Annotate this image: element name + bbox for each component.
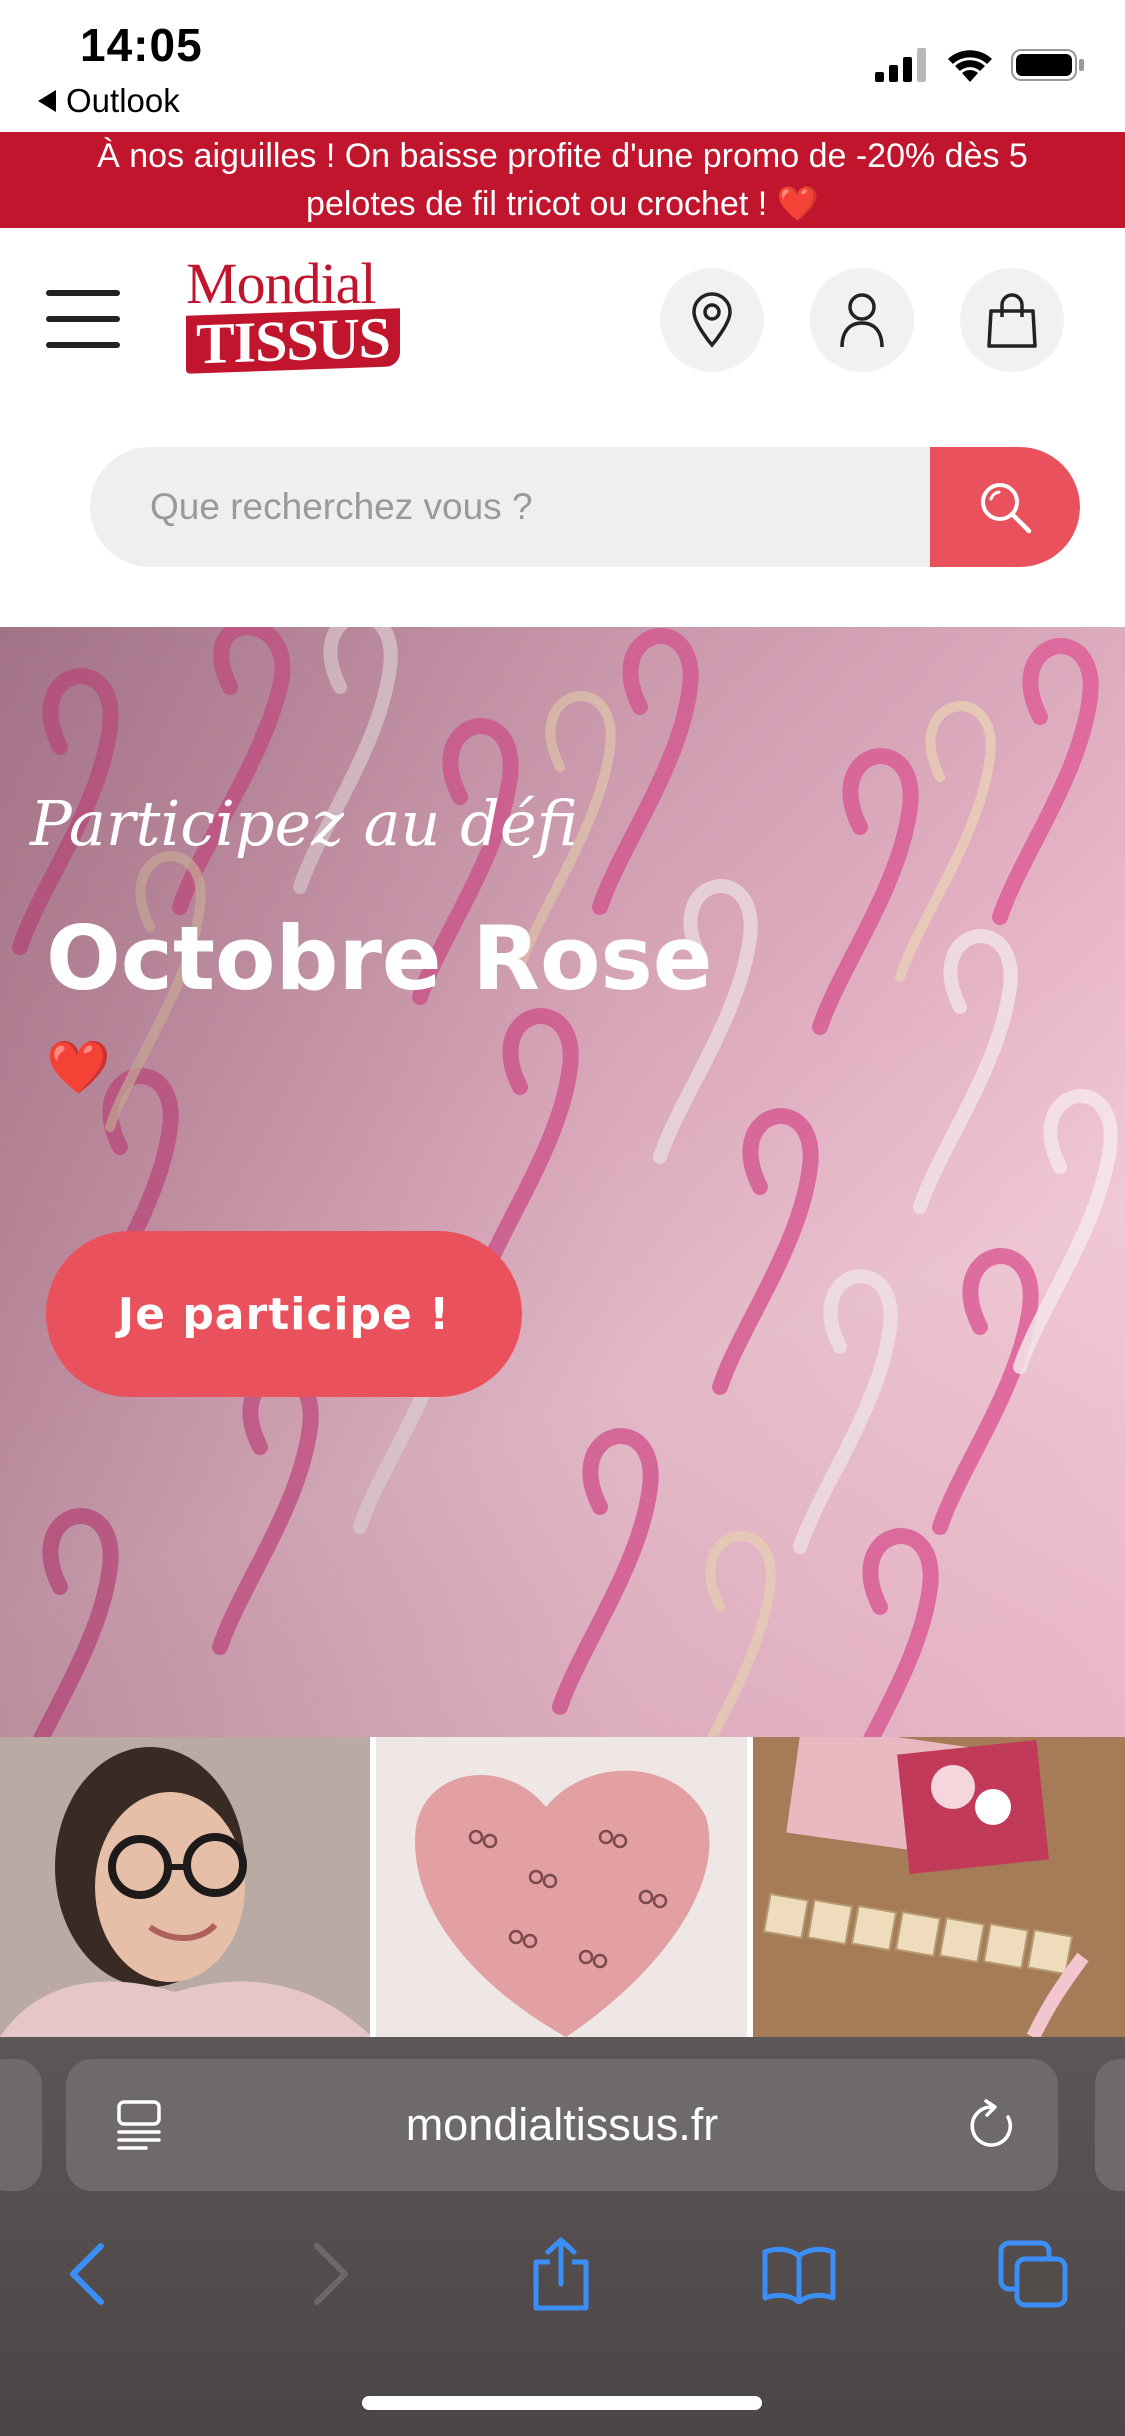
participate-button[interactable]: Je participe !	[46, 1231, 522, 1397]
back-app-label: Outlook	[66, 82, 180, 119]
account-button[interactable]	[810, 268, 914, 372]
thumbnail-woman-photo[interactable]	[0, 1737, 370, 2037]
back-to-app-button[interactable]: Outlook	[38, 82, 180, 120]
chevron-left-icon	[70, 2243, 104, 2305]
thumbnail-heart-cushion[interactable]	[376, 1737, 747, 2037]
scrabble-tiles-illustration	[753, 1737, 1125, 2037]
status-time: 14:05	[80, 19, 203, 71]
hero-banner[interactable]: Participez au défi Octobre Rose ❤️ Je pa…	[0, 627, 1125, 1737]
status-indicators	[875, 48, 1085, 82]
address-bar[interactable]: mondialtissus.fr	[66, 2059, 1058, 2191]
logo-text-mondial: Mondial	[186, 251, 377, 316]
previous-tab-peek[interactable]	[0, 2059, 42, 2191]
brand-logo[interactable]: Mondial TISSUS	[186, 251, 426, 376]
cart-button[interactable]	[960, 268, 1064, 372]
hero-title: Octobre Rose	[46, 907, 713, 1010]
share-icon	[533, 2237, 589, 2311]
promo-text: À nos aiguilles ! On baisse profite d'un…	[97, 137, 1028, 223]
battery-icon	[1011, 49, 1084, 81]
search-input[interactable]	[90, 447, 930, 567]
back-triangle-icon	[38, 90, 56, 112]
home-indicator[interactable]	[362, 2396, 762, 2410]
thumbnail-scrabble-octobre[interactable]	[753, 1737, 1125, 2037]
status-bar: 14:05 Outlook	[0, 0, 1125, 132]
forward-button[interactable]	[286, 2229, 376, 2319]
wifi-icon	[948, 50, 992, 82]
store-location-button[interactable]	[660, 268, 764, 372]
tabs-button[interactable]	[988, 2229, 1078, 2319]
promo-banner[interactable]: À nos aiguilles ! On baisse profite d'un…	[0, 132, 1125, 228]
search-button[interactable]	[930, 447, 1080, 567]
account-icon	[840, 293, 884, 348]
woman-photo-illustration	[0, 1737, 370, 2037]
menu-icon[interactable]	[46, 290, 120, 348]
book-icon	[762, 2246, 836, 2304]
hero-script-line: Participez au défi	[30, 787, 578, 860]
reload-icon[interactable]	[968, 2099, 1018, 2153]
chevron-right-icon	[314, 2243, 348, 2305]
next-tab-peek[interactable]	[1095, 2059, 1125, 2191]
search-icon	[981, 483, 1032, 534]
heart-icon: ❤️	[46, 1039, 111, 1097]
thumbnail-row	[0, 1737, 1125, 2037]
location-pin-icon	[692, 292, 732, 348]
share-button[interactable]	[516, 2229, 606, 2319]
tabs-icon	[998, 2240, 1068, 2308]
search-bar	[90, 447, 1080, 567]
logo-text-tissus: TISSUS	[186, 305, 400, 376]
back-button[interactable]	[42, 2229, 132, 2319]
cart-icon	[987, 293, 1037, 348]
url-text: mondialtissus.fr	[405, 2099, 719, 2150]
browser-toolbar: mondialtissus.fr	[0, 2037, 1125, 2436]
signal-icon	[875, 48, 926, 82]
site-header: Mondial TISSUS	[0, 228, 1125, 410]
bookmarks-button[interactable]	[754, 2229, 844, 2319]
heart-cushion-illustration	[376, 1737, 747, 2037]
